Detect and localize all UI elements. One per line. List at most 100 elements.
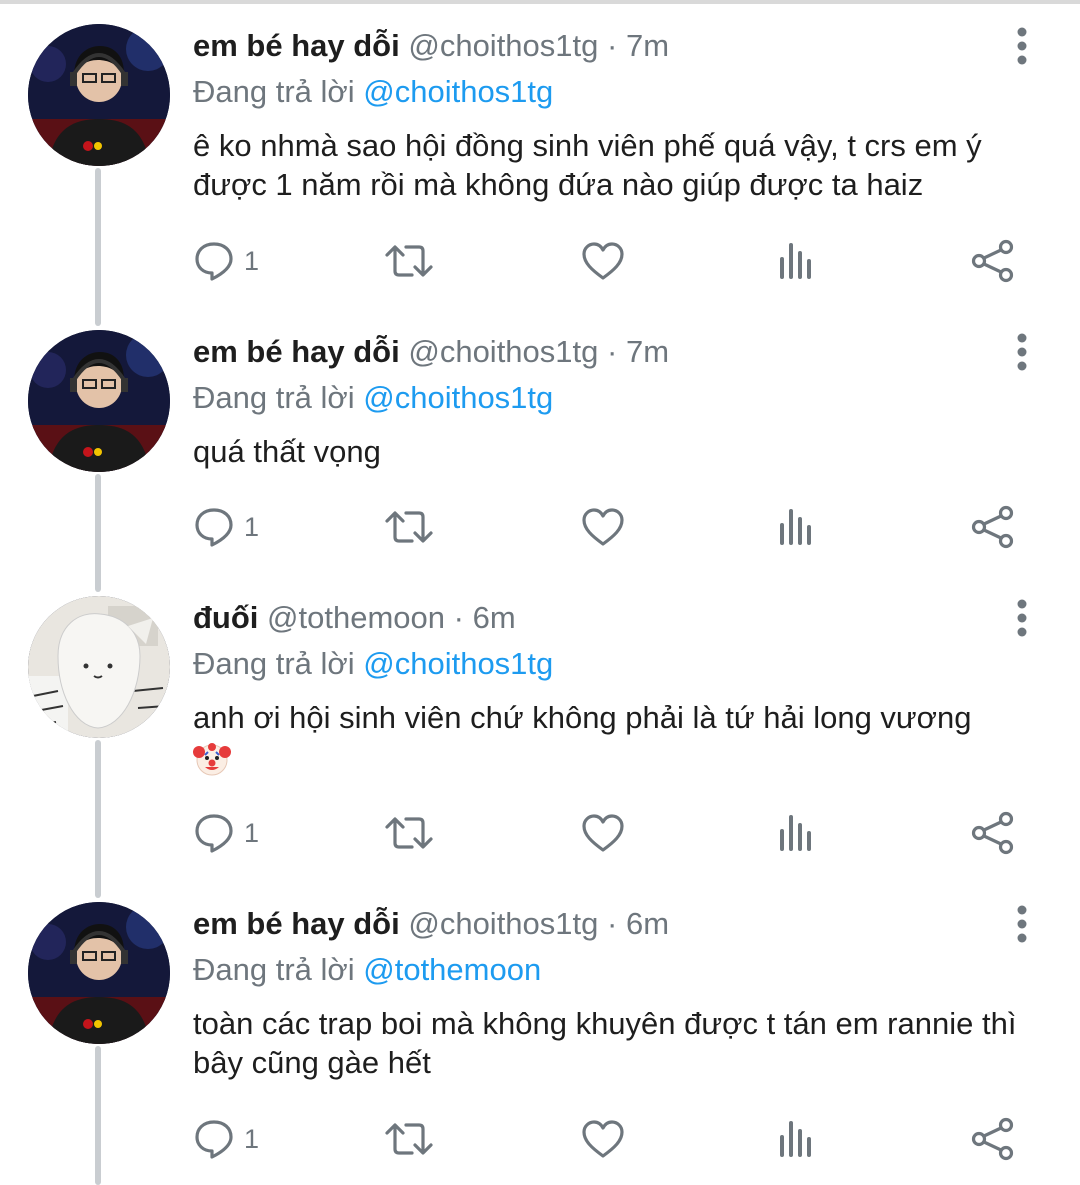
share-icon (970, 239, 1016, 283)
timestamp[interactable]: 6m (626, 906, 669, 941)
avatar[interactable] (28, 596, 170, 738)
more-options-button[interactable] (1004, 332, 1040, 372)
tweet[interactable]: em bé hay dỗi @choithos1tg · 7m Đang trả… (0, 330, 1080, 570)
tweet-actions: 1 (190, 808, 1030, 858)
display-name[interactable]: em bé hay dỗi (193, 28, 400, 63)
display-name[interactable]: đuối (193, 600, 258, 635)
more-vertical-icon (1004, 26, 1040, 66)
user-handle[interactable]: @choithos1tg (408, 334, 598, 369)
retweet-icon (384, 1117, 434, 1161)
retweet-icon (384, 239, 434, 283)
more-options-button[interactable] (1004, 904, 1040, 944)
share-button[interactable] (970, 808, 1016, 858)
reply-button[interactable]: 1 (192, 502, 259, 552)
replying-to: Đang trả lời @choithos1tg (193, 376, 553, 420)
tweet-text: toàn các trap boi mà không khuyên được t… (193, 1006, 1017, 1080)
analytics-icon (776, 1117, 816, 1161)
user-handle[interactable]: @tothemoon (267, 600, 445, 635)
like-icon (580, 811, 626, 855)
separator-dot: · (607, 334, 618, 369)
reply-icon (192, 239, 236, 283)
mention-link[interactable]: @choithos1tg (363, 74, 553, 109)
analytics-button[interactable] (776, 236, 816, 286)
like-button[interactable] (580, 502, 626, 552)
analytics-button[interactable] (776, 808, 816, 858)
separator-dot: · (607, 906, 618, 941)
tweet-header: em bé hay dỗi @choithos1tg · 6m (193, 902, 669, 946)
replying-to: Đang trả lời @choithos1tg (193, 70, 553, 114)
tweet-header: em bé hay dỗi @choithos1tg · 7m (193, 24, 669, 68)
tweet-text: ê ko nhmà sao hội đồng sinh viên phế quá… (193, 128, 982, 202)
timestamp[interactable]: 7m (626, 334, 669, 369)
reply-count: 1 (244, 511, 260, 542)
avatar[interactable] (28, 902, 170, 1044)
mention-link[interactable]: @tothemoon (363, 952, 541, 987)
tweet-text: quá thất vọng (193, 434, 381, 469)
display-name[interactable]: em bé hay dỗi (193, 906, 400, 941)
analytics-icon (776, 505, 816, 549)
tweet[interactable]: em bé hay dỗi @choithos1tg · 6m Đang trả… (0, 902, 1080, 1172)
separator-dot: · (607, 28, 618, 63)
analytics-button[interactable] (776, 1114, 816, 1164)
retweet-button[interactable] (384, 502, 434, 552)
replying-to-label: Đang trả lời (193, 646, 355, 681)
like-button[interactable] (580, 236, 626, 286)
avatar[interactable] (28, 24, 170, 166)
mention-link[interactable]: @choithos1tg (363, 646, 553, 681)
more-vertical-icon (1004, 332, 1040, 372)
avatar[interactable] (28, 330, 170, 472)
share-button[interactable] (970, 502, 1016, 552)
like-icon (580, 239, 626, 283)
retweet-button[interactable] (384, 1114, 434, 1164)
tweet[interactable]: đuối @tothemoon · 6m Đang trả lời @choit… (0, 596, 1080, 866)
share-button[interactable] (970, 1114, 1016, 1164)
avatar-image (28, 330, 170, 472)
replying-to: Đang trả lời @tothemoon (193, 948, 541, 992)
tweet[interactable]: em bé hay dỗi @choithos1tg · 7m Đang trả… (0, 24, 1080, 294)
reply-button[interactable]: 1 (192, 236, 259, 286)
reply-button[interactable]: 1 (192, 1114, 259, 1164)
display-name[interactable]: em bé hay dỗi (193, 334, 400, 369)
tweet-actions: 1 (190, 236, 1030, 286)
replying-to-label: Đang trả lời (193, 952, 355, 987)
like-icon (580, 505, 626, 549)
retweet-icon (384, 505, 434, 549)
like-button[interactable] (580, 1114, 626, 1164)
tweet-header: đuối @tothemoon · 6m (193, 596, 516, 640)
reply-count: 1 (244, 817, 260, 848)
analytics-icon (776, 811, 816, 855)
reply-count: 1 (244, 245, 260, 276)
avatar-image (28, 24, 170, 166)
more-vertical-icon (1004, 904, 1040, 944)
share-icon (970, 505, 1016, 549)
more-options-button[interactable] (1004, 26, 1040, 66)
tweet-header: em bé hay dỗi @choithos1tg · 7m (193, 330, 669, 374)
analytics-button[interactable] (776, 502, 816, 552)
avatar-image (28, 596, 170, 738)
timestamp[interactable]: 6m (473, 600, 516, 635)
tweet-actions: 1 (190, 502, 1030, 552)
top-divider (0, 0, 1080, 4)
user-handle[interactable]: @choithos1tg (408, 28, 598, 63)
analytics-icon (776, 239, 816, 283)
reply-button[interactable]: 1 (192, 808, 259, 858)
like-button[interactable] (580, 808, 626, 858)
more-options-button[interactable] (1004, 598, 1040, 638)
reply-count: 1 (244, 1123, 260, 1154)
mention-link[interactable]: @choithos1tg (363, 380, 553, 415)
tweet-actions: 1 (190, 1114, 1030, 1164)
replying-to-label: Đang trả lời (193, 74, 355, 109)
tweet-text-content: anh ơi hội sinh viên chứ không phải là t… (193, 700, 972, 735)
reply-icon (192, 1117, 236, 1161)
separator-dot: · (453, 600, 464, 635)
timestamp[interactable]: 7m (626, 28, 669, 63)
reply-icon (192, 505, 236, 549)
share-button[interactable] (970, 236, 1016, 286)
retweet-button[interactable] (384, 808, 434, 858)
user-handle[interactable]: @choithos1tg (408, 906, 598, 941)
like-icon (580, 1117, 626, 1161)
retweet-button[interactable] (384, 236, 434, 286)
avatar-image (28, 902, 170, 1044)
retweet-icon (384, 811, 434, 855)
more-vertical-icon (1004, 598, 1040, 638)
